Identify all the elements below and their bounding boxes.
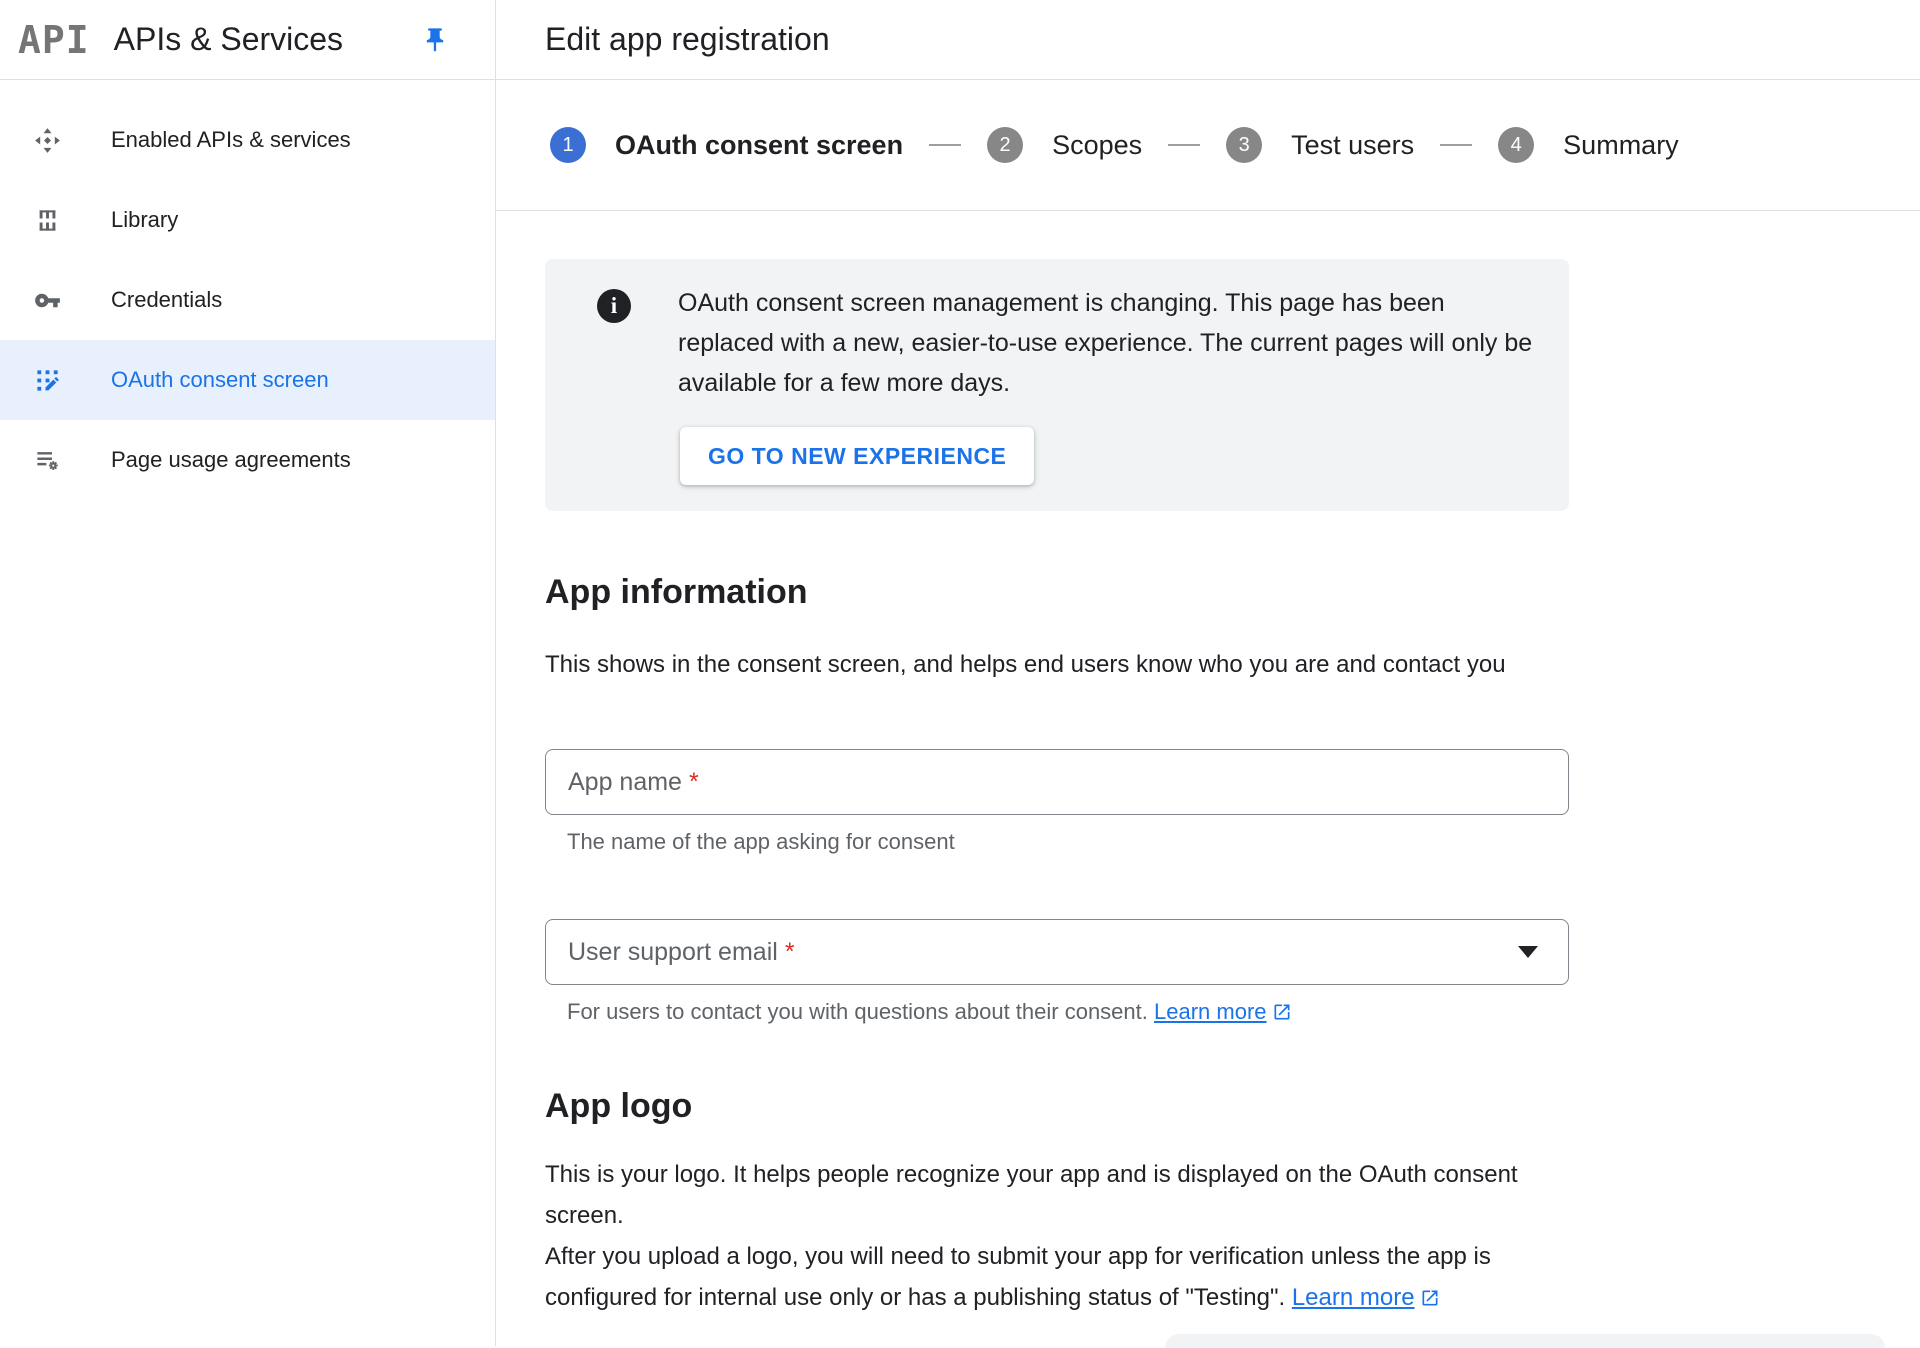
user-support-email-select[interactable]: User support email * — [545, 919, 1569, 985]
sidebar-item-enabled-apis[interactable]: Enabled APIs & services — [0, 100, 495, 180]
step-scopes[interactable]: 2 Scopes — [987, 127, 1142, 163]
step-label: OAuth consent screen — [615, 130, 903, 161]
step-connector — [1168, 144, 1200, 146]
app-name-helper: The name of the app asking for consent — [567, 829, 1920, 855]
sidebar: Enabled APIs & services Library Credenti… — [0, 80, 496, 1346]
step-label: Summary — [1563, 130, 1679, 161]
sidebar-item-page-usage-agreements[interactable]: Page usage agreements — [0, 420, 495, 500]
sidebar-item-credentials[interactable]: Credentials — [0, 260, 495, 340]
user-support-email-helper: For users to contact you with questions … — [567, 999, 1920, 1025]
enabled-apis-icon — [34, 127, 61, 154]
sidebar-item-label: OAuth consent screen — [111, 367, 329, 393]
pin-icon[interactable] — [421, 26, 449, 54]
dropdown-caret-icon — [1518, 946, 1538, 958]
info-icon: i — [597, 289, 631, 323]
product-header: API APIs & Services — [0, 0, 496, 79]
step-connector — [929, 144, 961, 146]
go-to-new-experience-button[interactable]: GO TO NEW EXPERIENCE — [680, 427, 1034, 485]
app-information-description: This shows in the consent screen, and he… — [545, 644, 1565, 685]
app-logo-heading: App logo — [545, 1087, 1920, 1126]
required-marker: * — [689, 768, 699, 797]
step-number-badge: 3 — [1226, 127, 1262, 163]
sidebar-item-label: Page usage agreements — [111, 447, 351, 473]
top-bar: API APIs & Services Edit app registratio… — [0, 0, 1920, 80]
sidebar-item-label: Library — [111, 207, 178, 233]
step-test-users[interactable]: 3 Test users — [1226, 127, 1414, 163]
app-logo-paragraph-2: After you upload a logo, you will need t… — [545, 1236, 1567, 1318]
sidebar-item-oauth-consent-screen[interactable]: OAuth consent screen — [0, 340, 495, 420]
page-title: Edit app registration — [545, 21, 830, 58]
external-link-icon[interactable] — [1272, 1002, 1292, 1022]
step-label: Test users — [1291, 130, 1414, 161]
library-icon — [34, 207, 61, 234]
sidebar-item-library[interactable]: Library — [0, 180, 495, 260]
api-logo: API — [18, 18, 90, 62]
step-label: Scopes — [1052, 130, 1142, 161]
step-connector — [1440, 144, 1472, 146]
learn-more-link[interactable]: Learn more — [1154, 999, 1267, 1024]
page-agreements-icon — [34, 447, 61, 474]
step-number-badge: 1 — [550, 127, 586, 163]
app-name-input[interactable]: App name * — [545, 749, 1569, 815]
required-marker: * — [785, 938, 795, 967]
main-content: 1 OAuth consent screen 2 Scopes 3 Test u… — [496, 80, 1920, 1346]
user-support-email-label: User support email — [568, 938, 778, 967]
step-oauth-consent-screen[interactable]: 1 OAuth consent screen — [550, 127, 903, 163]
sidebar-item-label: Credentials — [111, 287, 222, 313]
wizard-stepper: 1 OAuth consent screen 2 Scopes 3 Test u… — [496, 80, 1920, 211]
app-information-heading: App information — [545, 573, 1920, 612]
sidebar-item-label: Enabled APIs & services — [111, 127, 351, 153]
app-logo-paragraph-1: This is your logo. It helps people recog… — [545, 1154, 1567, 1236]
key-icon — [34, 287, 61, 314]
external-link-icon[interactable] — [1420, 1280, 1440, 1300]
learn-more-link[interactable]: Learn more — [1292, 1284, 1415, 1311]
step-number-badge: 2 — [987, 127, 1023, 163]
app-name-label: App name — [568, 768, 682, 797]
page-header: Edit app registration — [496, 0, 1920, 79]
helper-text: For users to contact you with questions … — [567, 999, 1154, 1024]
product-title: APIs & Services — [114, 21, 343, 58]
step-summary[interactable]: 4 Summary — [1498, 127, 1679, 163]
step-number-badge: 4 — [1498, 127, 1534, 163]
banner-message: OAuth consent screen management is chang… — [678, 283, 1538, 403]
info-banner: i OAuth consent screen management is cha… — [545, 259, 1569, 511]
oauth-consent-icon — [34, 367, 61, 394]
